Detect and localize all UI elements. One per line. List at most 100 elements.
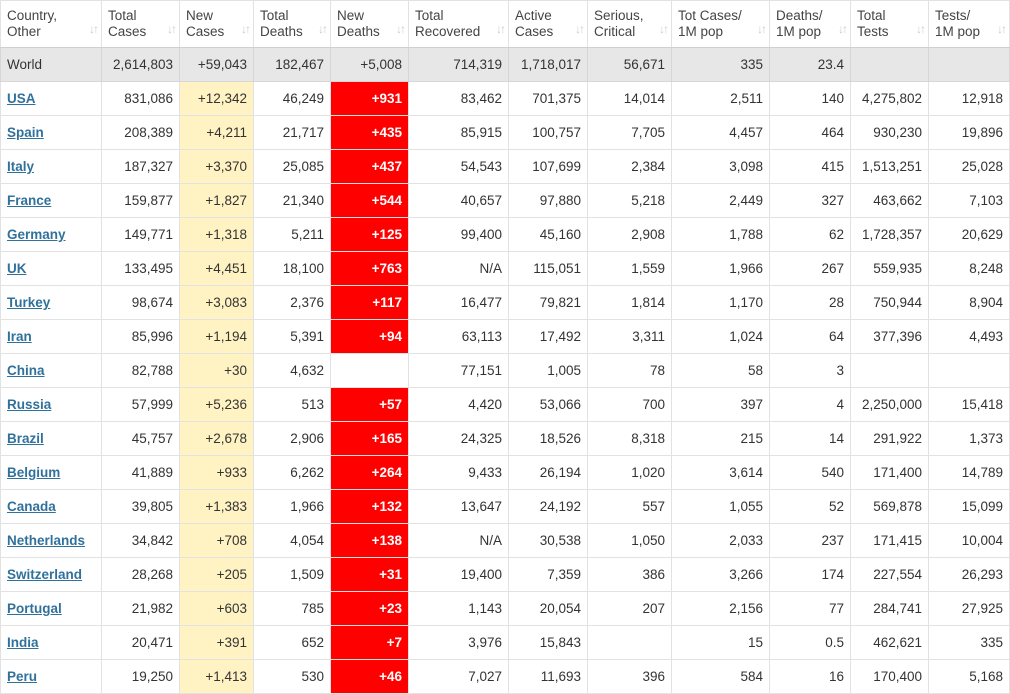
total-recovered-cell: 13,647	[408, 489, 509, 524]
column-header-total-recovered[interactable]: Total Recovered ↓↑	[408, 0, 509, 48]
country-link[interactable]: Germany	[7, 227, 66, 242]
covid-stats-table: Country, Other ↓↑ Total Cases ↓↑ New Cases ↓↑ Tot…	[0, 0, 1010, 694]
total-tests-cell: 569,878	[850, 489, 929, 524]
total-tests-cell: 171,415	[850, 523, 929, 558]
column-header-deaths-1m-pop[interactable]: Deaths/1M pop ↓↑	[769, 0, 851, 48]
country-link[interactable]: Turkey	[7, 295, 50, 310]
table-row-uk: UK 133,495 +4,451 18,100 +763 N/A 115,051 1,559…	[0, 251, 1010, 286]
sort-arrows-icon[interactable]: ↓↑	[396, 21, 406, 37]
total-recovered-cell: 3,976	[408, 625, 509, 660]
total-tests-cell: 284,741	[850, 591, 929, 626]
country-link[interactable]: Italy	[7, 159, 34, 174]
sort-arrows-icon[interactable]: ↓↑	[575, 21, 585, 37]
sort-arrows-icon[interactable]: ↓↑	[659, 21, 669, 37]
country-link[interactable]: India	[7, 635, 39, 650]
column-header-country-other[interactable]: Country, Other ↓↑	[0, 0, 102, 48]
country-cell: Russia	[0, 387, 102, 422]
tests-per-1m-cell: 12,918	[928, 81, 1010, 116]
serious-critical-cell: 2,384	[587, 149, 672, 184]
deaths-per-1m-cell: 464	[769, 115, 851, 150]
country-link[interactable]: UK	[7, 261, 27, 276]
country-link[interactable]: China	[7, 363, 45, 378]
total-cases-cell: 57,999	[101, 387, 180, 422]
tests-per-1m-cell: 20,629	[928, 217, 1010, 252]
total-tests-cell: 2,250,000	[850, 387, 929, 422]
country-cell: China	[0, 353, 102, 388]
sort-arrows-icon[interactable]: ↓↑	[997, 21, 1007, 37]
sort-arrows-icon[interactable]: ↓↑	[496, 21, 506, 37]
country-link[interactable]: Portugal	[7, 601, 62, 616]
active-cases-cell: 53,066	[508, 387, 588, 422]
new-deaths-cell: +57	[330, 387, 409, 422]
new-deaths-cell: +117	[330, 285, 409, 320]
country-link[interactable]: Switzerland	[7, 567, 82, 582]
country-link[interactable]: Spain	[7, 125, 44, 140]
country-link[interactable]: France	[7, 193, 51, 208]
country-cell: France	[0, 183, 102, 218]
total-deaths-cell: 1,509	[253, 557, 331, 592]
deaths-per-1m-cell: 140	[769, 81, 851, 116]
sort-arrows-icon[interactable]: ↓↑	[89, 21, 99, 37]
sort-arrows-icon[interactable]: ↓↑	[838, 21, 848, 37]
column-header-total-deaths[interactable]: Total Deaths ↓↑	[253, 0, 331, 48]
column-header-tests-1m-pop[interactable]: Tests/1M pop ↓↑	[928, 0, 1010, 48]
tot-cases-per-1m-cell: 584	[671, 659, 770, 694]
country-link[interactable]: Netherlands	[7, 533, 85, 548]
new-cases-cell: +3,370	[179, 149, 254, 184]
column-header-label-line2: Deaths	[337, 24, 380, 39]
total-deaths-cell: 18,100	[253, 251, 331, 286]
column-header-label-line2: Cases	[186, 24, 225, 39]
column-header-serious-critical[interactable]: Serious, Critical ↓↑	[587, 0, 672, 48]
total-cases-cell: 41,889	[101, 455, 180, 490]
country-link[interactable]: Belgium	[7, 465, 60, 480]
tests-per-1m-cell	[928, 47, 1010, 82]
deaths-per-1m-cell: 540	[769, 455, 851, 490]
serious-critical-cell: 396	[587, 659, 672, 694]
total-recovered-cell: 16,477	[408, 285, 509, 320]
sort-arrows-icon[interactable]: ↓↑	[916, 21, 926, 37]
total-tests-cell: 463,662	[850, 183, 929, 218]
serious-critical-cell: 1,050	[587, 523, 672, 558]
column-header-tot-cases-1m-pop[interactable]: Tot Cases/1M pop ↓↑	[671, 0, 770, 48]
new-cases-cell: +2,678	[179, 421, 254, 456]
new-cases-cell: +1,318	[179, 217, 254, 252]
country-cell: Netherlands	[0, 523, 102, 558]
tot-cases-per-1m-cell: 15	[671, 625, 770, 660]
table-row-canada: Canada 39,805 +1,383 1,966 +132 13,647 24,192 5…	[0, 489, 1010, 524]
tot-cases-per-1m-cell: 2,156	[671, 591, 770, 626]
sort-arrows-icon[interactable]: ↓↑	[241, 21, 251, 37]
sort-arrows-icon[interactable]: ↓↑	[757, 21, 767, 37]
column-header-active-cases[interactable]: Active Cases ↓↑	[508, 0, 588, 48]
total-tests-cell: 291,922	[850, 421, 929, 456]
column-header-total-cases[interactable]: Total Cases ↓↑	[101, 0, 180, 48]
column-header-label-line1: New	[337, 8, 365, 23]
country-link[interactable]: Brazil	[7, 431, 44, 446]
country-link[interactable]: Iran	[7, 329, 32, 344]
table-header-row: Country, Other ↓↑ Total Cases ↓↑ New Cases ↓↑ Tot…	[0, 0, 1010, 48]
country-link[interactable]: Russia	[7, 397, 51, 412]
column-header-new-deaths[interactable]: New Deaths ↓↑	[330, 0, 409, 48]
serious-critical-cell: 386	[587, 557, 672, 592]
total-cases-cell: 34,842	[101, 523, 180, 558]
country-cell: Germany	[0, 217, 102, 252]
column-header-total-tests[interactable]: Total Tests ↓↑	[850, 0, 929, 48]
sort-arrows-icon[interactable]: ↓↑	[167, 21, 177, 37]
country-cell: Switzerland	[0, 557, 102, 592]
table-row-france: France 159,877 +1,827 21,340 +544 40,657 97,88…	[0, 183, 1010, 218]
country-link[interactable]: Peru	[7, 669, 37, 684]
new-deaths-cell: +31	[330, 557, 409, 592]
deaths-per-1m-cell: 237	[769, 523, 851, 558]
country-link[interactable]: USA	[7, 91, 36, 106]
new-cases-cell: +1,383	[179, 489, 254, 524]
active-cases-cell: 97,880	[508, 183, 588, 218]
column-header-new-cases[interactable]: New Cases ↓↑	[179, 0, 254, 48]
new-deaths-cell: +125	[330, 217, 409, 252]
active-cases-cell: 1,718,017	[508, 47, 588, 82]
tot-cases-per-1m-cell: 4,457	[671, 115, 770, 150]
table-row-switzerland: Switzerland 28,268 +205 1,509 +31 19,400 7,359…	[0, 557, 1010, 592]
tot-cases-per-1m-cell: 1,788	[671, 217, 770, 252]
sort-arrows-icon[interactable]: ↓↑	[318, 21, 328, 37]
country-link[interactable]: Canada	[7, 499, 56, 514]
total-tests-cell: 930,230	[850, 115, 929, 150]
total-deaths-cell: 46,249	[253, 81, 331, 116]
